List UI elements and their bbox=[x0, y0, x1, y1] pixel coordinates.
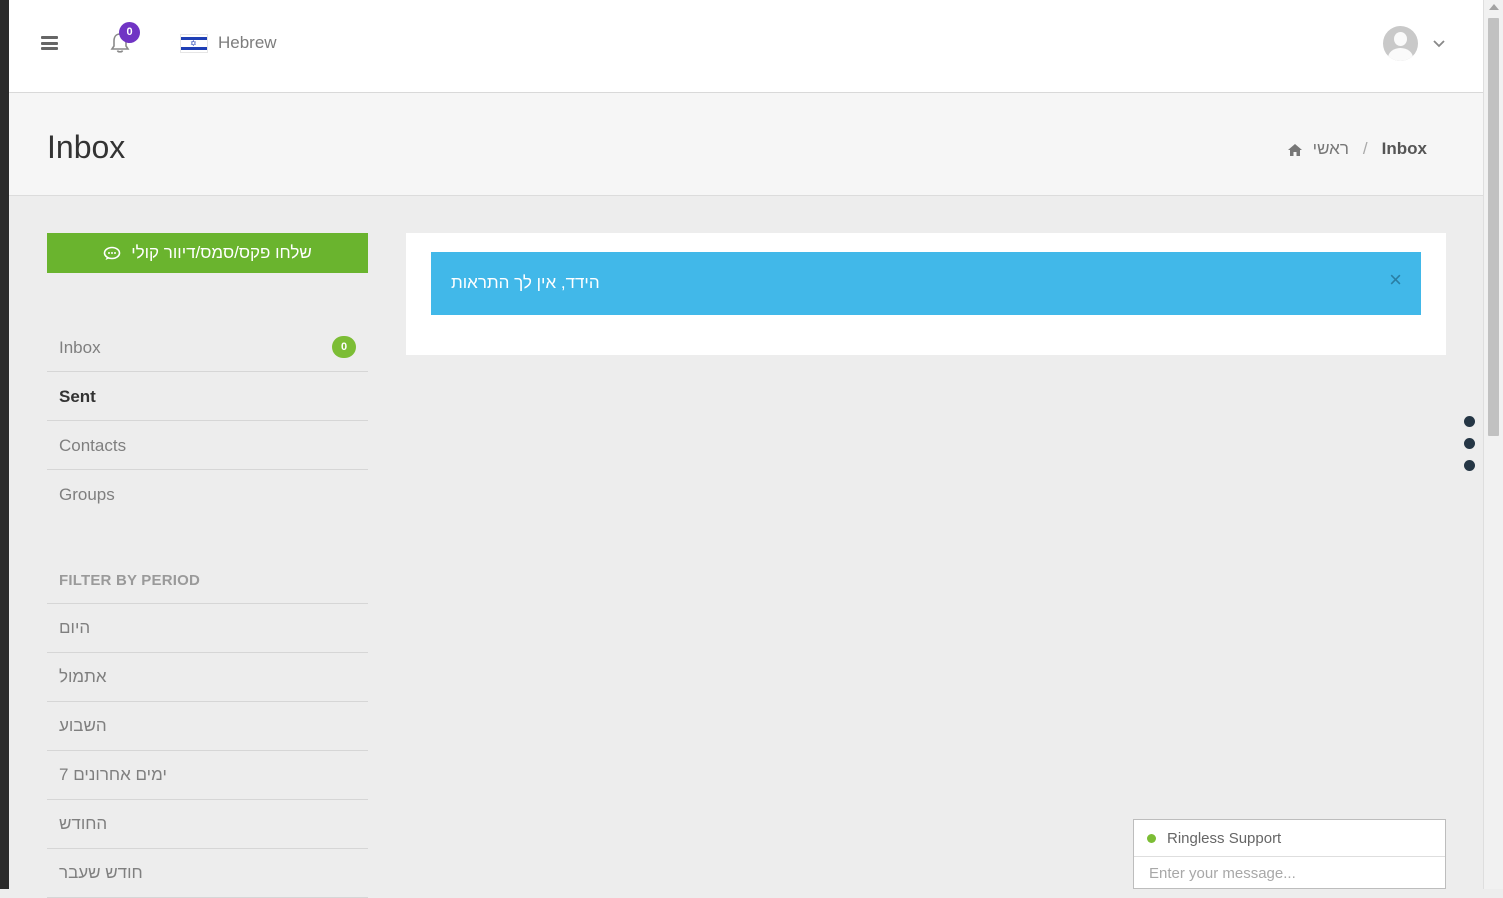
period-label: השבוע bbox=[59, 716, 107, 735]
home-icon[interactable] bbox=[1287, 142, 1303, 156]
period-label: 7 ימים אחרונים bbox=[59, 765, 167, 784]
mailbox-nav: Inbox 0 Sent Contacts Groups bbox=[47, 323, 368, 518]
inbox-count-badge: 0 bbox=[332, 336, 356, 358]
user-avatar[interactable] bbox=[1383, 26, 1418, 61]
period-label: חודש שעבר bbox=[59, 863, 143, 882]
chat-header[interactable]: Ringless Support bbox=[1134, 820, 1445, 857]
breadcrumb-current: Inbox bbox=[1381, 139, 1427, 158]
period-label: החודש bbox=[59, 814, 108, 833]
notification-count-badge: 0 bbox=[119, 22, 140, 43]
israel-flag-icon: ✡ bbox=[180, 33, 208, 53]
period-today[interactable]: היום bbox=[47, 604, 368, 653]
page-title: Inbox bbox=[47, 129, 126, 165]
breadcrumb-home-link[interactable]: ראשי bbox=[1313, 139, 1349, 159]
page-header: Inbox ראשי / Inbox bbox=[9, 93, 1483, 196]
nav-item-contacts[interactable]: Contacts bbox=[47, 421, 368, 470]
breadcrumb-separator: / bbox=[1362, 139, 1368, 158]
breadcrumb: ראשי / Inbox bbox=[1287, 139, 1427, 159]
language-label: Hebrew bbox=[218, 33, 277, 52]
scrollbar-thumb[interactable] bbox=[1488, 18, 1499, 436]
filter-by-period-heading: FILTER BY PERIOD bbox=[47, 558, 368, 604]
nav-item-label: Inbox bbox=[59, 338, 101, 357]
alert-message: הידד, אין לך התראות bbox=[451, 273, 600, 292]
chat-bubble-icon bbox=[103, 246, 121, 260]
language-selector[interactable]: ✡ Hebrew bbox=[180, 32, 277, 54]
chat-message-input[interactable] bbox=[1134, 858, 1445, 888]
nav-item-sent[interactable]: Sent bbox=[47, 372, 368, 421]
messages-panel: הידד, אין לך התראות × bbox=[406, 233, 1446, 355]
top-navbar: 0 ✡ Hebrew bbox=[9, 0, 1483, 93]
vertical-scrollbar[interactable] bbox=[1483, 0, 1503, 889]
support-chat-widget: Ringless Support bbox=[1133, 819, 1446, 889]
nav-item-inbox[interactable]: Inbox 0 bbox=[47, 323, 368, 372]
scroll-up-arrow-icon[interactable] bbox=[1489, 4, 1499, 10]
period-label: היום bbox=[59, 618, 91, 637]
online-status-icon bbox=[1147, 834, 1156, 843]
menu-toggle-icon[interactable] bbox=[41, 36, 58, 50]
chevron-down-icon[interactable] bbox=[1432, 36, 1446, 48]
left-window-edge bbox=[0, 0, 9, 889]
chat-title: Ringless Support bbox=[1167, 830, 1282, 847]
close-icon[interactable]: × bbox=[1389, 269, 1402, 291]
vertical-dots-menu-icon[interactable] bbox=[1464, 416, 1476, 482]
period-last-7-days[interactable]: 7 ימים אחרונים bbox=[47, 751, 368, 800]
period-this-week[interactable]: השבוע bbox=[47, 702, 368, 751]
period-label: אתמול bbox=[59, 667, 107, 686]
send-button-label: שלחו פקס/סמס/דיוור קולי bbox=[131, 243, 312, 262]
nav-item-groups[interactable]: Groups bbox=[47, 470, 368, 518]
nav-item-label: Contacts bbox=[59, 436, 127, 455]
period-yesterday[interactable]: אתמול bbox=[47, 653, 368, 702]
nav-item-label: Sent bbox=[59, 387, 96, 406]
nav-item-label: Groups bbox=[59, 485, 115, 504]
period-this-month[interactable]: החודש bbox=[47, 800, 368, 849]
filter-heading-label: FILTER BY PERIOD bbox=[59, 572, 200, 589]
period-filter-list: היום אתמול השבוע 7 ימים אחרונים החודש חו… bbox=[47, 604, 368, 898]
send-message-button[interactable]: שלחו פקס/סמס/דיוור קולי bbox=[47, 233, 368, 273]
info-alert: הידד, אין לך התראות × bbox=[431, 252, 1421, 315]
period-last-month[interactable]: חודש שעבר bbox=[47, 849, 368, 898]
